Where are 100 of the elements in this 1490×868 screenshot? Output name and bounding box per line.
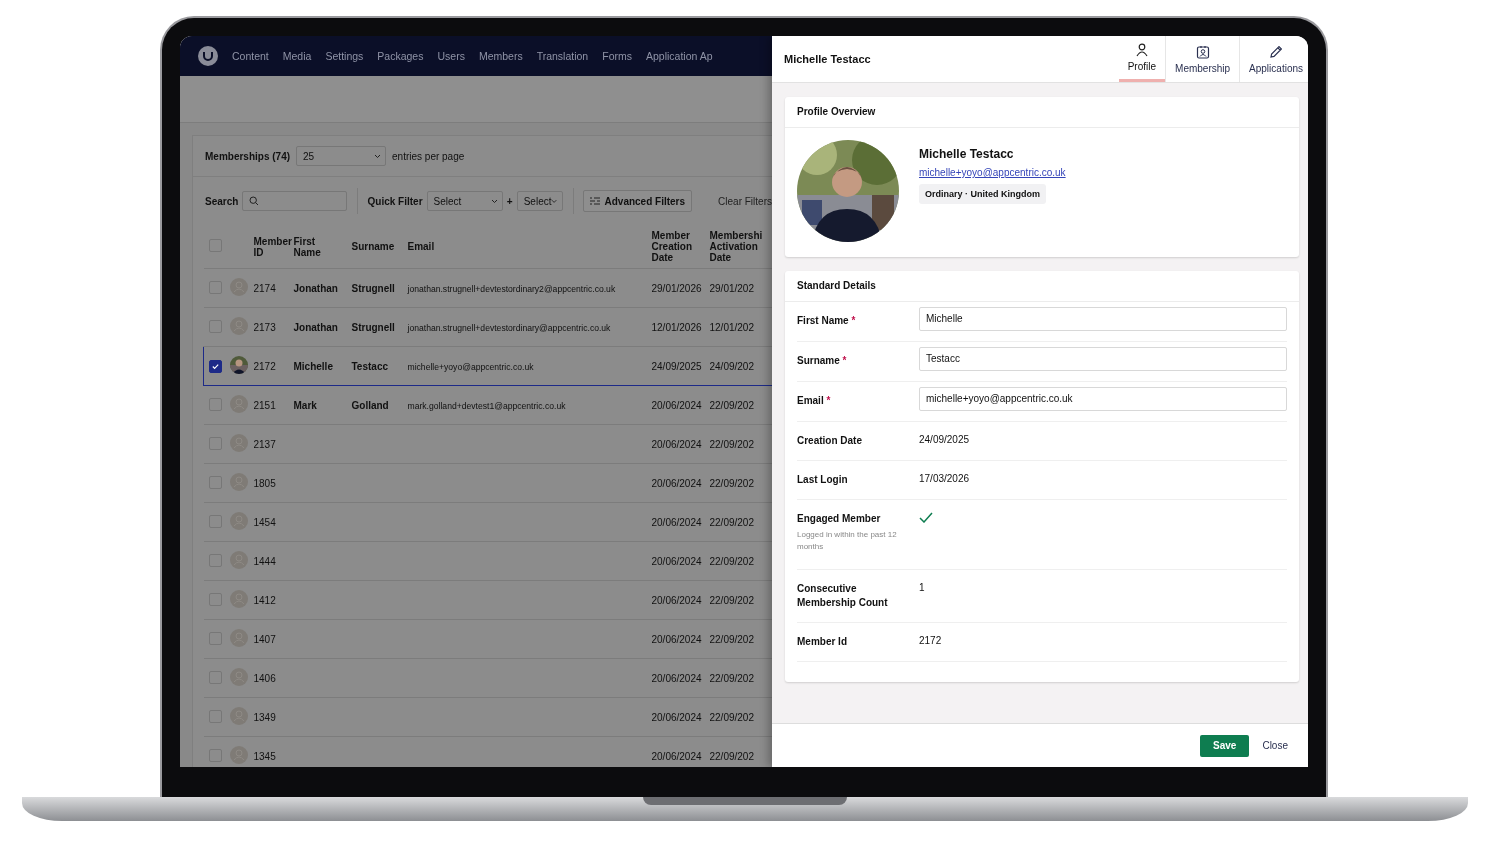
quick-filter-label: Quick Filter: [367, 195, 423, 207]
table-row[interactable]: 2172 Michelle Testacc michelle+yoyo@appcentric.co.uk 24/09/2025 24/09/202: [203, 346, 772, 386]
table-cell: 1345: [253, 750, 276, 762]
table-cell: Strugnell: [351, 282, 395, 294]
pencil-icon: [1269, 44, 1284, 59]
panel-title: Michelle Testacc: [784, 53, 871, 65]
table-cell: 20/06/2024: [651, 750, 702, 762]
page-size-select[interactable]: 25: [296, 146, 387, 166]
table-row[interactable]: 1412 20/06/2024 22/09/202: [203, 580, 772, 620]
table-cell: 20/06/2024: [651, 672, 702, 684]
close-button[interactable]: Close: [1262, 740, 1288, 751]
clear-filters-link[interactable]: Clear Filters: [718, 195, 772, 207]
search-icon: [249, 196, 260, 206]
table-cell: 22/09/202: [709, 594, 754, 606]
table-cell: 20/06/2024: [651, 516, 702, 528]
logo-icon: [198, 46, 218, 66]
tab[interactable]: Membership: [1165, 36, 1240, 82]
card-heading: Standard Details: [785, 271, 1299, 302]
advanced-filters-button[interactable]: Advanced Filters: [583, 190, 693, 212]
tab[interactable]: Applications: [1239, 36, 1308, 82]
table-row[interactable]: 1407 20/06/2024 22/09/202: [203, 619, 772, 659]
table-row[interactable]: 1444 20/06/2024 22/09/202: [203, 541, 772, 581]
id-badge-icon: [1195, 44, 1210, 59]
table-cell: 22/09/202: [709, 555, 754, 567]
member-name: Michelle Testacc: [919, 147, 1014, 161]
table-cell: 22/09/202: [709, 711, 754, 723]
table-row[interactable]: 2174 Jonathan Strugnell jonathan.strugnell+devtestordinary2@appcentric.co.uk 29/01/2026 29/01/202: [203, 268, 772, 308]
quick-filter-select[interactable]: Select: [426, 191, 503, 211]
table-cell: 12/01/2026: [651, 321, 702, 333]
column-header: First Name: [293, 235, 321, 258]
nav-item[interactable]: Users: [437, 50, 465, 62]
field-value: 24/09/2025: [919, 434, 970, 445]
table-row[interactable]: 1406 20/06/2024 22/09/202: [203, 658, 772, 698]
table-row[interactable]: 2173 Jonathan Strugnell jonathan.strugnell+devtestordinary@appcentric.co.uk 12/01/2026 12/01/202: [203, 307, 772, 347]
card-heading: Profile Overview: [785, 97, 1299, 128]
table-cell: 20/06/2024: [651, 399, 702, 411]
nav-item[interactable]: Settings: [325, 50, 364, 62]
email-link[interactable]: michelle+yoyo@appcentric.co.uk: [919, 167, 1066, 178]
table-cell: 20/06/2024: [651, 438, 702, 450]
nav-item[interactable]: Translation: [536, 50, 589, 62]
search-field[interactable]: [242, 191, 347, 211]
table-cell: 22/09/202: [709, 477, 754, 489]
save-button[interactable]: Save: [1200, 734, 1250, 757]
table-row[interactable]: 1345 20/06/2024 22/09/202: [203, 736, 772, 767]
nav-item[interactable]: Packages: [377, 50, 424, 62]
nav-item[interactable]: Content: [232, 50, 269, 62]
table-cell: 1406: [253, 672, 276, 684]
field-label: Member Id: [797, 635, 848, 649]
column-header: Email: [407, 241, 435, 252]
column-header: Member Creation Date: [651, 230, 693, 263]
field-value: 17/03/2026: [919, 473, 970, 484]
table-cell: 24/09/202: [709, 360, 754, 372]
table-row[interactable]: 1805 20/06/2024 22/09/202: [203, 463, 772, 503]
table-cell: Michelle: [293, 360, 333, 372]
nav-item[interactable]: Forms: [602, 50, 632, 62]
nav-item[interactable]: Application Ap: [645, 50, 713, 62]
table-cell: 29/01/2026: [651, 282, 702, 294]
table-cell: 1805: [253, 477, 276, 489]
field-value: 2172: [919, 635, 942, 646]
field-label: Consecutive Membership Count: [797, 582, 889, 610]
quick-filter-select[interactable]: Select: [516, 191, 563, 211]
table-cell: 22/09/202: [709, 633, 754, 645]
table-row[interactable]: 2137 20/06/2024 22/09/202: [203, 424, 772, 464]
table-cell: 1412: [253, 594, 276, 606]
chevron-icon: [490, 198, 498, 204]
nav-item[interactable]: Members: [478, 50, 523, 62]
table-cell: 20/06/2024: [651, 711, 702, 723]
table-cell: 22/09/202: [709, 516, 754, 528]
table-cell: 1349: [253, 711, 276, 723]
field-label: Surname *: [797, 354, 848, 368]
search-label: Search: [205, 195, 239, 207]
input-field[interactable]: Michelle: [919, 307, 1287, 331]
table-cell: Jonathan: [293, 321, 338, 333]
membership-tag: Ordinary · United Kingdom: [919, 184, 1046, 204]
chevron-icon: [551, 198, 558, 204]
field-label: Last Login: [797, 473, 849, 487]
field-hint: Logged in within the past 12 months: [797, 529, 898, 553]
field-label: First Name *: [797, 314, 857, 328]
table-cell: Jonathan: [293, 282, 338, 294]
column-header: Member ID: [253, 235, 292, 258]
table-cell: 22/09/202: [709, 399, 754, 411]
table-cell: 20/06/2024: [651, 594, 702, 606]
table-row[interactable]: 1454 20/06/2024 22/09/202: [203, 502, 772, 542]
table-cell: 22/09/202: [709, 750, 754, 762]
table-cell: michelle+yoyo@appcentric.co.uk: [407, 361, 534, 372]
input-field[interactable]: Testacc: [919, 347, 1287, 371]
table-cell: 2151: [253, 399, 276, 411]
table-row[interactable]: 1349 20/06/2024 22/09/202: [203, 697, 772, 737]
table-cell: 2173: [253, 321, 276, 333]
table-row[interactable]: 2151 Mark Golland mark.golland+devtest1@appcentric.co.uk 20/06/2024 22/09/202: [203, 385, 772, 425]
table-cell: 12/01/202: [709, 321, 754, 333]
column-header: Membershi Activation Date: [709, 230, 763, 263]
row-checkbox[interactable]: [209, 359, 222, 373]
table-cell: 20/06/2024: [651, 555, 702, 567]
field-value: 1: [919, 582, 925, 593]
input-field[interactable]: michelle+yoyo@appcentric.co.uk: [919, 387, 1287, 411]
nav-item[interactable]: Media: [282, 50, 312, 62]
check-icon: [211, 361, 220, 371]
table-cell: Mark: [293, 399, 317, 411]
table-cell: 2172: [253, 360, 276, 372]
